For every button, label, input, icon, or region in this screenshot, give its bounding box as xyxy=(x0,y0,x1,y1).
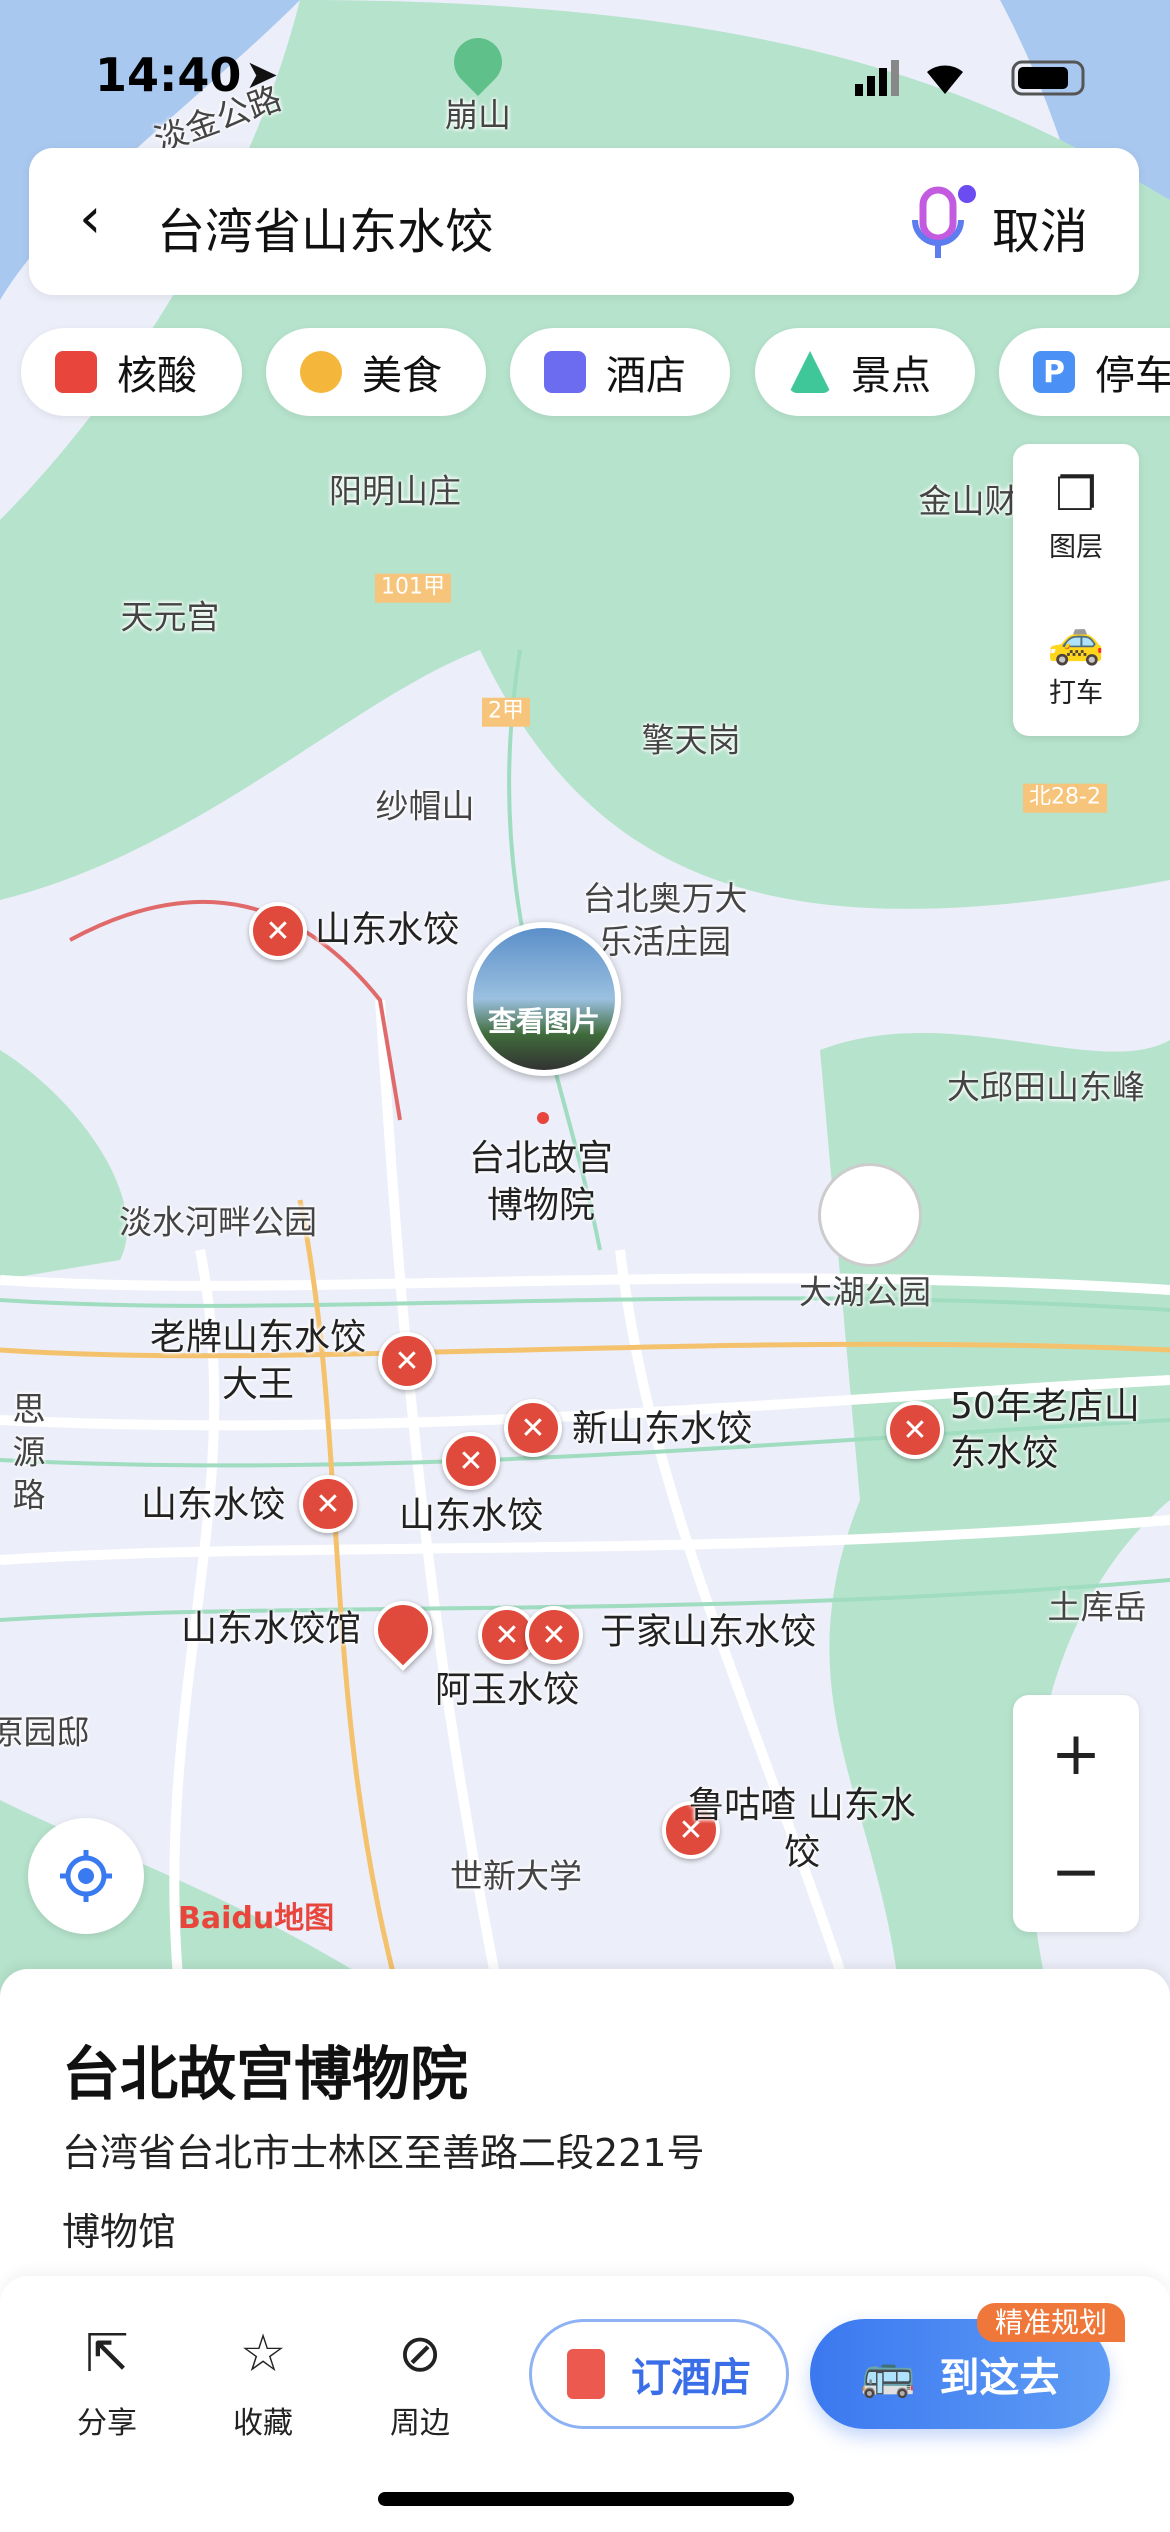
map-label-road: 思源路 xyxy=(12,1389,46,1515)
restaurant-marker[interactable]: ✕ xyxy=(886,1401,944,1459)
cancel-button[interactable]: 取消 xyxy=(992,192,1088,262)
wifi-icon xyxy=(927,65,963,94)
bus-icon: 🚌 xyxy=(860,2349,916,2400)
taxi-label: 打车 xyxy=(1049,677,1103,709)
poi-sheet[interactable]: 台北故宫博物院 台湾省台北市士林区至善路二段221号 博物馆 ⇱ 分享 ☆ 收藏 ⊘… xyxy=(0,1969,1170,2532)
chip-food[interactable]: 美食 xyxy=(266,328,486,416)
food-icon xyxy=(300,351,342,393)
status-icons xyxy=(855,60,1085,96)
battery-icon xyxy=(1011,60,1085,96)
favorite-button[interactable]: ☆ 收藏 xyxy=(203,2324,323,2442)
compass-icon: ⊘ xyxy=(398,2324,442,2384)
restaurant-marker[interactable]: ✕ xyxy=(299,1475,357,1533)
red-envelope-icon xyxy=(567,2349,605,2399)
result-label[interactable]: 老牌山东水饺大王 xyxy=(138,1315,378,1409)
road-shield: 2甲 xyxy=(482,697,530,727)
map-side-panel: ❐ 图层 🚕 打车 xyxy=(1013,444,1139,736)
location-arrow-icon: ➤ xyxy=(245,52,279,98)
road-shield: 101甲 xyxy=(375,573,451,603)
locate-button[interactable] xyxy=(28,1818,144,1934)
restaurant-marker[interactable]: ✕ xyxy=(249,902,307,960)
chip-label: 停车 xyxy=(1095,353,1170,399)
view-photo-label: 查看图片 xyxy=(487,1005,600,1038)
search-input[interactable]: 台湾省山东水饺 xyxy=(157,192,493,262)
signal-icon xyxy=(855,60,899,96)
scenic-icon xyxy=(789,351,831,393)
book-hotel-label: 订酒店 xyxy=(631,2355,751,2401)
chip-hotel[interactable]: 酒店 xyxy=(510,328,730,416)
zoom-in-button[interactable]: + xyxy=(1013,1695,1139,1813)
baidu-logo: Baidu地图 xyxy=(178,1901,335,1936)
result-label[interactable]: 山东水饺 xyxy=(315,908,459,955)
road-shield: 北28-2 xyxy=(1023,783,1107,813)
book-hotel-button[interactable]: 订酒店 xyxy=(529,2319,789,2429)
result-label[interactable]: 50年老店山东水饺 xyxy=(950,1384,1170,1478)
test-tube-icon xyxy=(55,351,97,393)
parking-icon: P xyxy=(1033,351,1075,393)
selected-place-label[interactable]: 台北故宫博物院 xyxy=(456,1136,626,1230)
share-button[interactable]: ⇱ 分享 xyxy=(47,2324,167,2442)
map-label-place: 大邱田山东峰 xyxy=(947,1067,1145,1107)
status-bar: 14:40 ➤ xyxy=(0,0,1170,140)
map-label-place: 原园邸 xyxy=(0,1712,90,1752)
nearby-label: 周边 xyxy=(390,2406,450,2441)
map-label-place: 天元宫 xyxy=(120,597,220,637)
map-label-place: 金山财 xyxy=(918,481,1018,521)
chip-nucleic-test[interactable]: 核酸 xyxy=(21,328,242,416)
map-view[interactable]: 崩山 淡金公路 阳明山庄 天元宫 101甲 2甲 北28-2 擎天岗 纱帽山 台… xyxy=(0,0,1170,2000)
hotel-icon xyxy=(544,351,586,393)
nearby-button[interactable]: ⊘ 周边 xyxy=(360,2324,480,2442)
chip-parking[interactable]: P 停车 xyxy=(999,328,1170,416)
category-chips: 核酸 美食 酒店 景点 P 停车 xyxy=(0,328,1170,416)
poi-category: 博物馆 xyxy=(62,2210,177,2254)
selected-point xyxy=(537,1112,549,1124)
result-label[interactable]: 山东水饺 xyxy=(141,1483,285,1530)
map-label-place: 纱帽山 xyxy=(375,786,475,826)
chip-label: 景点 xyxy=(851,353,931,399)
park-icon[interactable] xyxy=(818,1163,922,1267)
voice-mic-icon[interactable] xyxy=(909,184,979,264)
taxi-icon: 🚕 xyxy=(1047,612,1105,667)
layers-label: 图层 xyxy=(1049,531,1103,563)
map-label-place: 阳明山庄 xyxy=(329,471,461,511)
map-label-place: 大湖公园 xyxy=(799,1272,931,1312)
restaurant-marker[interactable]: ✕ xyxy=(378,1332,436,1390)
restaurant-marker[interactable]: ✕ xyxy=(504,1399,562,1457)
status-time: 14:40 xyxy=(95,48,242,102)
chip-label: 酒店 xyxy=(606,353,686,399)
result-label[interactable]: 阿玉水饺 xyxy=(435,1668,579,1715)
precise-plan-badge: 精准规划 xyxy=(977,2303,1125,2342)
star-icon: ☆ xyxy=(239,2324,287,2384)
result-label[interactable]: 山东水饺 xyxy=(399,1494,543,1541)
restaurant-marker[interactable]: ✕ xyxy=(525,1606,583,1664)
poi-title: 台北故宫博物院 xyxy=(62,2040,469,2108)
map-label-place: 世新大学 xyxy=(450,1856,582,1896)
chip-scenic[interactable]: 景点 xyxy=(755,328,975,416)
poi-address: 台湾省台北市士林区至善路二段221号 xyxy=(62,2131,705,2175)
result-label[interactable]: 新山东水饺 xyxy=(572,1407,752,1454)
back-button[interactable]: ‹ xyxy=(79,186,101,251)
chip-label: 美食 xyxy=(362,353,442,399)
layers-button[interactable]: ❐ 图层 xyxy=(1013,444,1139,590)
favorite-label: 收藏 xyxy=(233,2406,293,2441)
photo-marker[interactable]: 查看图片 xyxy=(467,922,621,1076)
zoom-out-button[interactable]: − xyxy=(1013,1813,1139,1931)
result-label[interactable]: 于家山东水饺 xyxy=(600,1610,816,1657)
restaurant-marker[interactable]: ✕ xyxy=(442,1432,500,1490)
go-here-label: 到这去 xyxy=(939,2355,1060,2401)
share-label: 分享 xyxy=(77,2406,137,2441)
taxi-button[interactable]: 🚕 打车 xyxy=(1013,590,1139,736)
map-label-place: 擎天岗 xyxy=(641,720,741,760)
map-label-place: 淡水河畔公园 xyxy=(119,1202,317,1242)
layers-icon: ❐ xyxy=(1055,466,1097,521)
search-bar: ‹ 台湾省山东水饺 取消 xyxy=(29,148,1139,295)
share-icon: ⇱ xyxy=(85,2324,129,2384)
result-label[interactable]: 山东水饺馆 xyxy=(181,1607,361,1654)
map-label-place: 土库岳 xyxy=(1047,1587,1147,1627)
crosshair-icon xyxy=(60,1850,112,1902)
home-indicator[interactable] xyxy=(378,2492,794,2506)
result-label[interactable]: 鲁咕喳 山东水饺 xyxy=(687,1783,917,1877)
zoom-control: + − xyxy=(1013,1695,1139,1932)
chip-label: 核酸 xyxy=(117,353,197,399)
